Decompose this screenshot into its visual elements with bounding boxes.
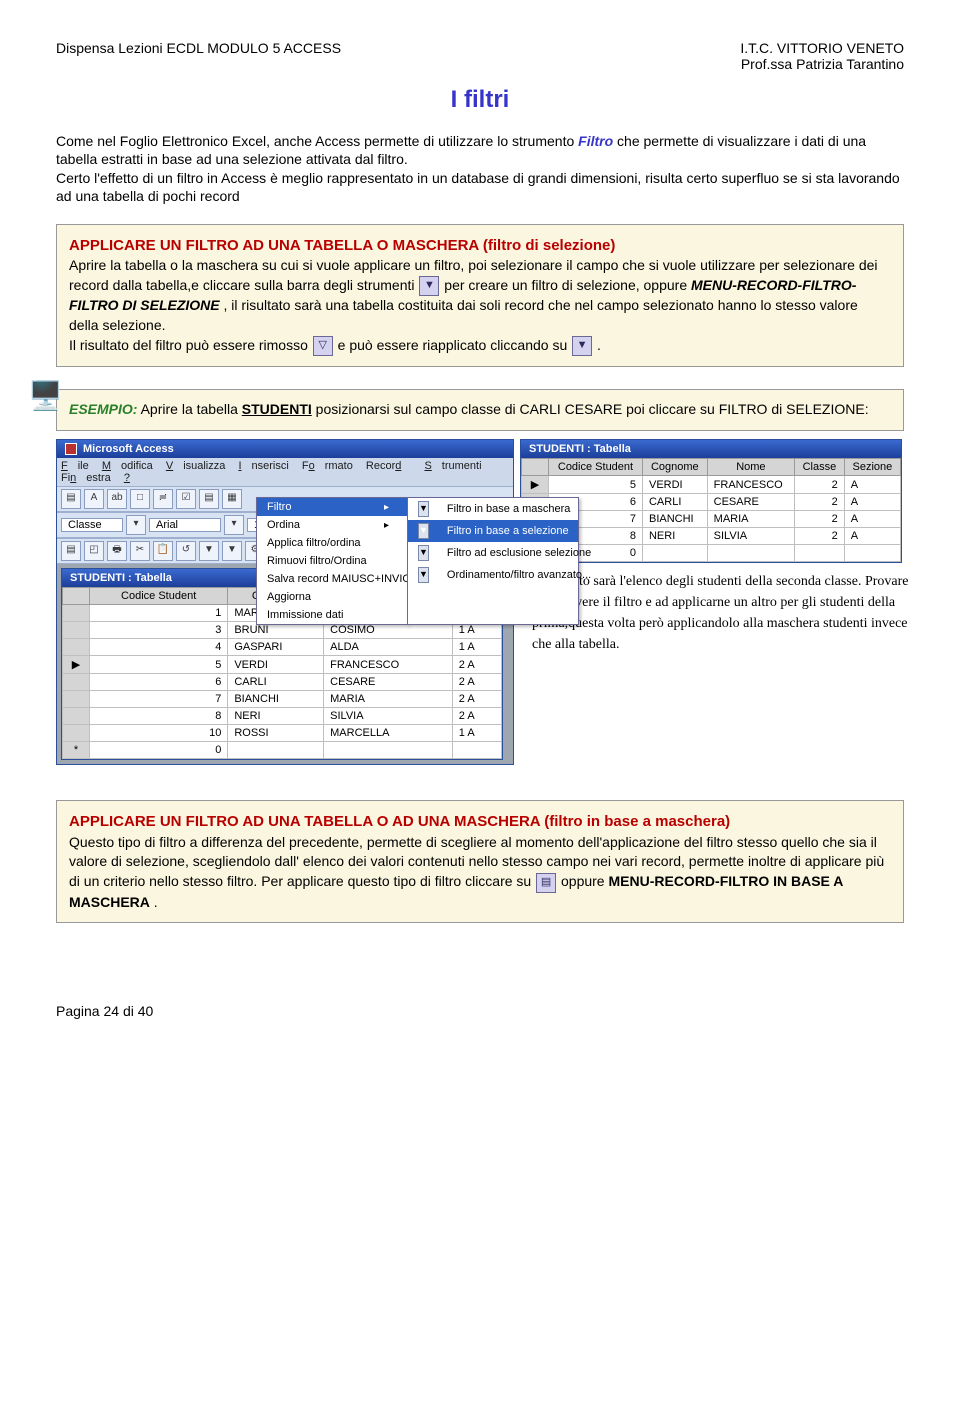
box2-p1c: . [154,894,158,910]
tb-icon[interactable]: A [84,489,104,509]
box2-p1b: oppure [561,873,608,889]
menu-record[interactable]: Record [366,460,411,472]
tb-icon[interactable]: ✂ [130,541,150,561]
menu-item[interactable]: Filtro▸ [257,498,407,516]
tb-icon[interactable]: 🖶 [107,541,127,561]
screenshots-area: Microsoft Access File Modifica Visualizz… [56,439,904,784]
box1-title: APPLICARE UN FILTRO AD UNA TABELLA O MAS… [69,235,891,256]
example-decorative-icon: 🖥️ [28,379,63,412]
access-menubar[interactable]: File Modifica Visualizza Inserisci Forma… [57,458,513,486]
intro-p1a: Come nel Foglio Elettronico Excel, anche… [56,133,578,149]
header-right: I.T.C. VITTORIO VENETO Prof.ssa Patrizia… [740,40,904,72]
box1-p2b: e può essere riapplicato cliccando su [338,337,571,353]
app-icon [65,443,77,455]
tb-icon[interactable]: ▤ [199,489,219,509]
header-left: Dispensa Lezioni ECDL MODULO 5 ACCESS [56,40,341,72]
menu-item[interactable]: Aggiorna [257,588,407,606]
filter-selection-icon: ▼ [419,276,439,296]
table-row[interactable]: 4GASPARIALDA1 A [63,639,502,656]
table-row[interactable]: 8NERISILVIA2 A [63,708,502,725]
intro-paragraph: Come nel Foglio Elettronico Excel, anche… [56,132,904,206]
remove-filter-icon: ▽ [313,336,333,356]
menu-strumenti[interactable]: Strumenti [424,460,481,472]
intro-p2: Certo l'effetto di un filtro in Access è… [56,170,900,204]
filter-by-form-icon: ▤ [536,873,556,893]
menu-finestra[interactable]: Finestra [61,472,111,484]
table-row[interactable]: *0 [63,742,502,759]
tb-icon[interactable]: ▦ [222,489,242,509]
table-header: Codice Student Cognome Nome Classe Sezio… [522,459,901,476]
submenu-item[interactable]: ▼Filtro ad esclusione selezione [408,542,578,564]
col-header[interactable]: Cognome [642,459,707,476]
submenu-item[interactable]: ▼Filtro in base a selezione [408,520,578,542]
box1-p2a: Il risultato del filtro può essere rimos… [69,337,312,353]
box1-p1-after: per creare un filtro di selezione, oppur… [444,277,691,293]
menu-item[interactable]: Salva record MAIUSC+INVIO [257,570,407,588]
tb-icon[interactable]: □ [130,489,150,509]
page-title: I filtri [56,86,904,114]
table-row[interactable]: 10ROSSIMARCELLA1 A [63,725,502,742]
menu-help[interactable]: ? [124,472,140,484]
menu-item[interactable]: Ordina▸ [257,516,407,534]
students-filtered-titlebar: STUDENTI : Tabella [521,440,901,458]
tb-icon[interactable]: ≓ [153,489,173,509]
dropdown-icon[interactable]: ▾ [126,515,146,535]
example-studenti: STUDENTI [242,401,312,417]
submenu-item[interactable]: ▼Filtro in base a maschera [408,498,578,520]
menu-item[interactable]: Applica filtro/ordina [257,534,407,552]
field-selector[interactable]: Classe [61,518,123,532]
access-titlebar: Microsoft Access [57,440,513,458]
students-full-title: STUDENTI : Tabella [70,572,172,584]
students-filtered-title: STUDENTI : Tabella [529,443,631,455]
menu-modifica[interactable]: Modifica [102,460,153,472]
menu-item[interactable]: Rimuovi filtro/Ordina [257,552,407,570]
intro-filtro-word: Filtro [578,133,613,149]
example-text1: Aprire la tabella [141,401,242,417]
menu-formato[interactable]: Formato [302,460,353,472]
font-selector[interactable]: Arial [149,518,221,532]
box1-p2c: . [597,337,601,353]
example-text2: posizionarsi sul campo classe di CARLI C… [316,401,869,417]
page-footer: Pagina 24 di 40 [56,1003,904,1019]
tb-icon[interactable]: ▼ [199,541,219,561]
col-header[interactable]: Sezione [844,459,900,476]
access-title-text: Microsoft Access [83,443,174,455]
tb-icon[interactable]: ▼ [222,541,242,561]
tb-icon[interactable]: ▤ [61,489,81,509]
col-header[interactable]: Nome [707,459,794,476]
col-header[interactable]: Codice Student [549,459,643,476]
dropdown-icon[interactable]: ▾ [224,515,244,535]
menu-file[interactable]: File [61,460,89,472]
header-right-1: I.T.C. VITTORIO VENETO [740,40,904,56]
table-row[interactable]: 6CARLICESARE2 A [63,674,502,691]
filtro-submenu[interactable]: ▼Filtro in base a maschera▼Filtro in bas… [407,497,579,625]
record-dropdown[interactable]: Filtro▸Ordina▸Applica filtro/ordinaRimuo… [256,497,408,625]
tb-icon[interactable]: 📋 [153,541,173,561]
tb-icon[interactable]: ☑ [176,489,196,509]
table-row[interactable]: 7BIANCHIMARIA2 A [63,691,502,708]
menu-visualizza[interactable]: Visualizza [166,460,226,472]
record-menu-overlay: Filtro▸Ordina▸Applica filtro/ordinaRimuo… [256,497,580,625]
menu-item[interactable]: Immissione dati [257,606,407,624]
table-row[interactable]: ▶5VERDIFRANCESCO2A [522,476,901,494]
tb-icon[interactable]: ▤ [61,541,81,561]
example-box: ESEMPIO: Aprire la tabella STUDENTI posi… [56,389,904,431]
tb-icon[interactable]: ↺ [176,541,196,561]
menu-inserisci[interactable]: Inserisci [238,460,288,472]
header-right-2: Prof.ssa Patrizia Tarantino [740,56,904,72]
apply-filter-icon: ▼ [572,336,592,356]
box2-title: APPLICARE UN FILTRO AD UNA TABELLA O AD … [69,811,891,832]
esempio-label: ESEMPIO: [69,401,137,417]
page-header: Dispensa Lezioni ECDL MODULO 5 ACCESS I.… [56,40,904,72]
col-header[interactable]: Classe [795,459,845,476]
table-row[interactable]: ▶5VERDIFRANCESCO2 A [63,656,502,674]
col-header[interactable]: Codice Student [90,588,228,605]
apply-filter-form-box: APPLICARE UN FILTRO AD UNA TABELLA O AD … [56,800,904,923]
submenu-item[interactable]: ▼Ordinamento/filtro avanzato... [408,564,578,586]
apply-filter-selection-box: APPLICARE UN FILTRO AD UNA TABELLA O MAS… [56,224,904,368]
tb-icon[interactable]: ab [107,489,127,509]
tb-icon[interactable]: ◰ [84,541,104,561]
